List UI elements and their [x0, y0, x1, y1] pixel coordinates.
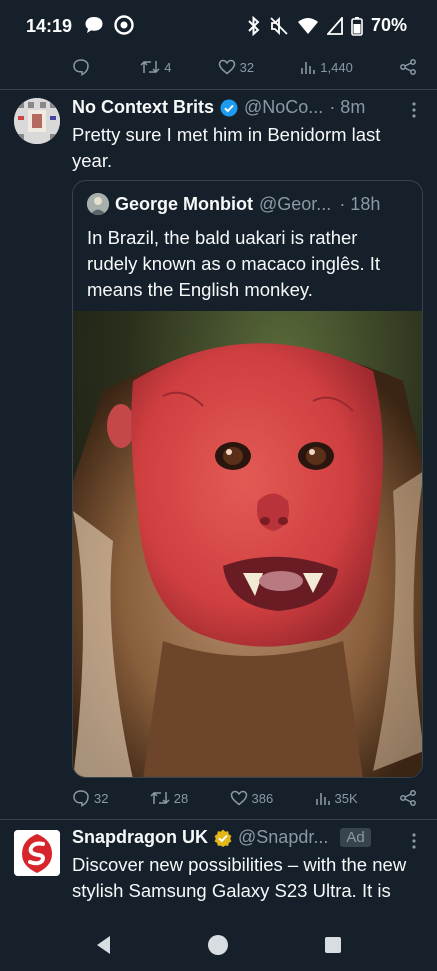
- share-icon: [400, 790, 416, 806]
- like-count: 32: [239, 59, 255, 75]
- like-count: 386: [251, 790, 274, 806]
- ad-author-name[interactable]: Snapdragon UK: [72, 827, 208, 848]
- signal-icon: [326, 16, 343, 35]
- tweet-time: · 8m: [329, 97, 366, 117]
- author-handle[interactable]: @NoCo...: [244, 97, 323, 118]
- reply-icon: [73, 790, 89, 807]
- battery-icon: [351, 16, 363, 36]
- like-button[interactable]: 386: [230, 789, 274, 807]
- tweet-header: No Context Brits @NoCo... · 8m: [72, 97, 365, 118]
- quoted-author-handle: @Geor...: [259, 193, 332, 214]
- more-options-icon[interactable]: [411, 101, 417, 119]
- quoted-tweet-time: · 18h: [339, 193, 381, 214]
- reply-icon: [73, 59, 89, 76]
- ad-tweet-header: Snapdragon UK @Snapdr... Ad: [72, 827, 371, 848]
- status-bar: 14:19 70%: [0, 0, 437, 52]
- views-button[interactable]: 1,440: [300, 59, 353, 75]
- views-button[interactable]: 35K: [315, 790, 358, 806]
- views-count: 1,440: [320, 59, 353, 75]
- share-icon: [400, 59, 416, 75]
- recents-icon[interactable]: [323, 934, 343, 956]
- share-button[interactable]: [399, 58, 417, 76]
- status-time: 14:19: [26, 16, 73, 36]
- system-nav-bar: [0, 922, 437, 971]
- bluetooth-icon: [248, 15, 260, 36]
- tweet-text: Pretty sure I met him in Benidorm last y…: [72, 124, 381, 171]
- share-button[interactable]: [399, 789, 417, 807]
- battery-percent: 70%: [370, 15, 407, 35]
- scroll-fade: [0, 908, 437, 922]
- quoted-author-name: George Monbiot: [115, 193, 253, 214]
- views-count: 35K: [334, 790, 358, 806]
- retweet-icon: [140, 60, 160, 74]
- chat-bubble-icon: [85, 17, 103, 33]
- verified-gold-badge-icon: [214, 829, 232, 847]
- author-name[interactable]: No Context Brits: [72, 97, 214, 118]
- ad-tweet-text: Discover new possibilities – with the ne…: [72, 854, 407, 916]
- quoted-tweet-header: George Monbiot @Geor... · 18h: [87, 193, 380, 215]
- divider: [0, 819, 437, 820]
- previous-tweet-actions: 4 32 1,440: [72, 58, 417, 76]
- retweet-icon: [150, 791, 170, 805]
- heart-icon: [230, 790, 247, 806]
- reply-count: 32: [94, 790, 109, 806]
- views-icon: [301, 62, 316, 74]
- back-icon[interactable]: [94, 934, 114, 956]
- uakari-photo[interactable]: [73, 311, 423, 778]
- wifi-icon: [297, 17, 318, 34]
- heart-icon: [218, 59, 235, 75]
- ad-author-handle[interactable]: @Snapdr...: [238, 827, 328, 848]
- views-icon: [315, 793, 330, 805]
- retweet-button[interactable]: 28: [150, 789, 188, 807]
- more-options-icon[interactable]: [411, 832, 417, 850]
- ad-badge: Ad: [340, 828, 371, 847]
- tweet-actions: 32 28 386 35K: [72, 789, 417, 807]
- app-icon: [114, 15, 134, 35]
- no-context-brits-avatar[interactable]: [14, 98, 60, 144]
- reply-button[interactable]: [72, 58, 94, 76]
- home-icon[interactable]: [207, 934, 229, 956]
- retweet-button[interactable]: 4: [140, 58, 171, 76]
- reply-button[interactable]: 32: [72, 789, 108, 807]
- mute-icon: [270, 16, 288, 35]
- like-button[interactable]: 32: [218, 58, 254, 76]
- quoted-tweet-text: In Brazil, the bald uakari is rather rud…: [87, 227, 381, 300]
- verified-badge-icon: [220, 99, 238, 116]
- divider: [0, 89, 437, 90]
- retweet-count: 4: [164, 59, 172, 75]
- quoted-tweet-card[interactable]: George Monbiot @Geor... · 18h In Brazil,…: [72, 180, 423, 778]
- snapdragon-avatar[interactable]: [14, 830, 60, 876]
- retweet-count: 28: [173, 790, 189, 806]
- george-monbiot-avatar: [87, 193, 109, 215]
